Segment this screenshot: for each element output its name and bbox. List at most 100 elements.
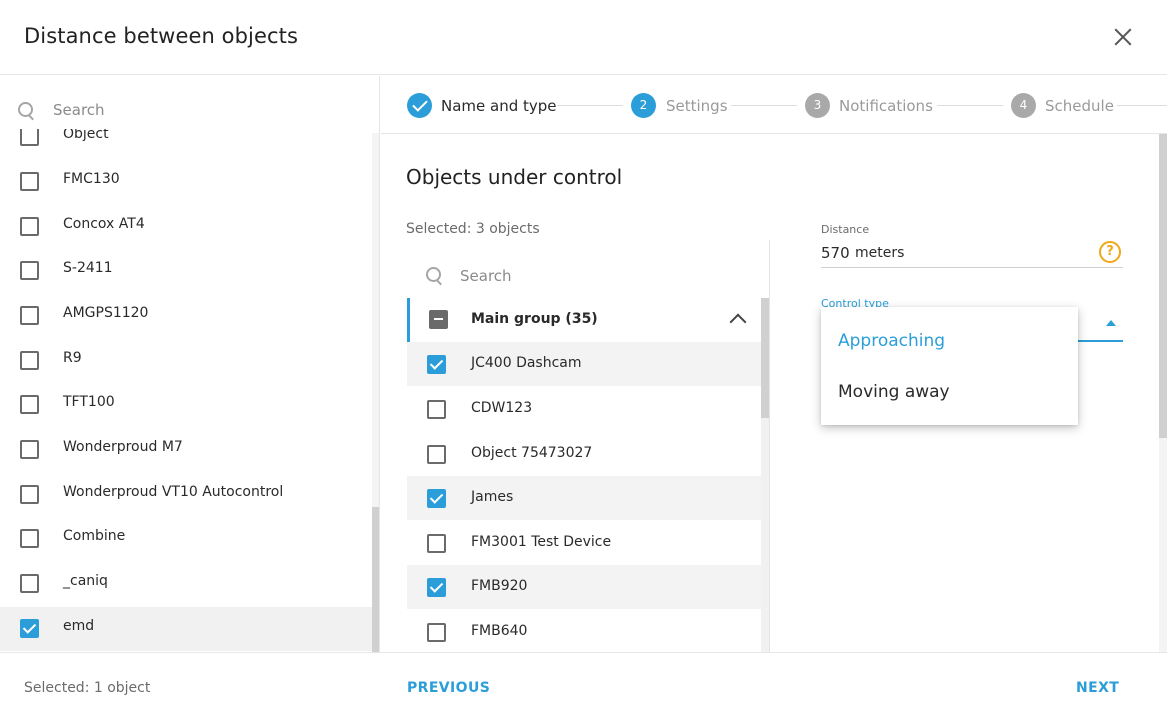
left-search-placeholder: Search xyxy=(53,101,105,119)
checkbox[interactable] xyxy=(20,351,39,370)
list-item-label: AMGPS1120 xyxy=(63,305,149,321)
step-connector xyxy=(731,105,797,106)
dialog-title: Distance between objects xyxy=(24,24,299,48)
control-type-dropdown: Approaching Moving away xyxy=(821,307,1078,425)
table-row[interactable]: FMB640 xyxy=(407,610,762,652)
checkbox[interactable] xyxy=(20,485,39,504)
left-scrollbar[interactable] xyxy=(372,133,379,652)
checkbox[interactable] xyxy=(20,261,39,280)
right-scrollbar[interactable] xyxy=(1159,134,1167,652)
step-connector xyxy=(1117,105,1167,106)
next-button[interactable]: NEXT xyxy=(1076,680,1119,696)
option-label: Moving away xyxy=(838,382,950,402)
scrollbar-thumb[interactable] xyxy=(372,507,379,652)
list-item-label: TFT100 xyxy=(63,394,115,410)
checkbox-partial[interactable] xyxy=(429,310,448,329)
group-row-main[interactable]: Main group (35) xyxy=(407,298,762,342)
checkbox[interactable] xyxy=(427,400,446,419)
list-item-label: Object xyxy=(63,129,109,142)
checkbox[interactable] xyxy=(20,306,39,325)
table-row[interactable]: CDW123 xyxy=(407,387,762,431)
search-icon xyxy=(426,267,442,286)
table-row[interactable]: FMB920 xyxy=(407,565,762,609)
list-item[interactable]: Wonderproud M7 xyxy=(0,426,372,470)
list-item[interactable]: S-2411 xyxy=(0,247,372,291)
table-row[interactable]: JC400 Dashcam xyxy=(407,342,762,386)
checkbox-checked[interactable] xyxy=(427,489,446,508)
objects-search-placeholder: Search xyxy=(460,267,512,285)
checkbox[interactable] xyxy=(20,440,39,459)
scrollbar-thumb[interactable] xyxy=(761,298,769,418)
dropdown-option-approaching[interactable]: Approaching xyxy=(821,317,1078,367)
left-object-panel: Search Object FMC130 Concox AT4 S-2411 A… xyxy=(0,76,380,652)
list-item-label: FMC130 xyxy=(63,171,120,187)
footer-selected-count: Selected: 1 object xyxy=(24,680,151,696)
checkbox[interactable] xyxy=(20,129,39,146)
previous-button[interactable]: PREVIOUS xyxy=(407,680,490,696)
list-item[interactable]: _caniq xyxy=(0,560,372,604)
objects-search-input[interactable]: Search xyxy=(424,264,754,290)
group-label: Main group (35) xyxy=(471,311,598,327)
checkbox-checked[interactable] xyxy=(427,355,446,374)
list-item-label: Concox AT4 xyxy=(63,216,145,232)
step-label-settings[interactable]: Settings xyxy=(666,97,728,115)
step-connector xyxy=(937,105,1003,106)
list-item[interactable]: Concox AT4 xyxy=(0,203,372,247)
checkbox-checked[interactable] xyxy=(427,578,446,597)
wizard-stepper: Name and type 2 Settings 3 Notifications… xyxy=(381,76,1167,134)
list-item[interactable]: Combine xyxy=(0,515,372,559)
list-item-label: Wonderproud M7 xyxy=(63,439,183,455)
check-icon[interactable] xyxy=(407,93,432,118)
checkbox[interactable] xyxy=(20,529,39,548)
checkbox[interactable] xyxy=(20,395,39,414)
list-item[interactable]: Object xyxy=(0,129,372,157)
table-row[interactable]: Object 75473027 xyxy=(407,432,762,476)
checkbox[interactable] xyxy=(427,534,446,553)
list-item[interactable]: AMGPS1120 xyxy=(0,292,372,336)
checkbox[interactable] xyxy=(427,445,446,464)
distance-input[interactable]: 570 xyxy=(821,244,850,262)
checkbox[interactable] xyxy=(20,574,39,593)
table-row[interactable]: FM3001 Test Device xyxy=(407,521,762,565)
step-connector xyxy=(557,105,623,106)
checkbox[interactable] xyxy=(20,172,39,191)
column-divider xyxy=(769,240,770,652)
selected-objects-count: Selected: 3 objects xyxy=(406,221,540,237)
dropdown-option-moving-away[interactable]: Moving away xyxy=(821,368,1078,418)
caret-up-icon[interactable] xyxy=(1106,320,1116,326)
left-object-list: Object FMC130 Concox AT4 S-2411 AMGPS112… xyxy=(0,129,372,652)
object-label: James xyxy=(471,489,514,505)
list-item-label: S-2411 xyxy=(63,260,113,276)
help-icon[interactable]: ? xyxy=(1099,241,1121,263)
list-item[interactable]: Wonderproud VT10 Autocontrol xyxy=(0,471,372,515)
list-item-label: _caniq xyxy=(63,573,108,589)
checkbox[interactable] xyxy=(20,217,39,236)
close-icon[interactable] xyxy=(1110,24,1136,50)
objects-scrollbar[interactable] xyxy=(761,298,769,652)
step-label-name-and-type[interactable]: Name and type xyxy=(441,97,557,115)
chevron-up-icon[interactable] xyxy=(729,313,747,331)
checkbox-checked[interactable] xyxy=(20,619,39,638)
object-label: FM3001 Test Device xyxy=(471,534,612,550)
list-item-label: R9 xyxy=(63,350,82,366)
step-label-notifications[interactable]: Notifications xyxy=(839,97,933,115)
step-label-schedule[interactable]: Schedule xyxy=(1045,97,1114,115)
objects-list: Main group (35) JC400 Dashcam CDW123 Obj… xyxy=(407,298,762,652)
step-number-4[interactable]: 4 xyxy=(1011,93,1036,118)
list-item-label: emd xyxy=(63,618,95,634)
object-label: CDW123 xyxy=(471,400,533,416)
object-label: Object 75473027 xyxy=(471,445,593,461)
step-number-3[interactable]: 3 xyxy=(805,93,830,118)
table-row[interactable]: James xyxy=(407,476,762,520)
list-item-label: Wonderproud VT10 Autocontrol xyxy=(63,484,284,500)
search-icon xyxy=(18,102,34,121)
distance-underline xyxy=(821,267,1123,268)
list-item[interactable]: emd xyxy=(0,607,372,651)
step-number-2[interactable]: 2 xyxy=(631,93,656,118)
list-item[interactable]: TFT100 xyxy=(0,381,372,425)
scrollbar-thumb[interactable] xyxy=(1159,134,1167,438)
list-item[interactable]: R9 xyxy=(0,337,372,381)
left-search-input[interactable]: Search xyxy=(16,98,356,126)
list-item[interactable]: FMC130 xyxy=(0,158,372,202)
checkbox[interactable] xyxy=(427,623,446,642)
